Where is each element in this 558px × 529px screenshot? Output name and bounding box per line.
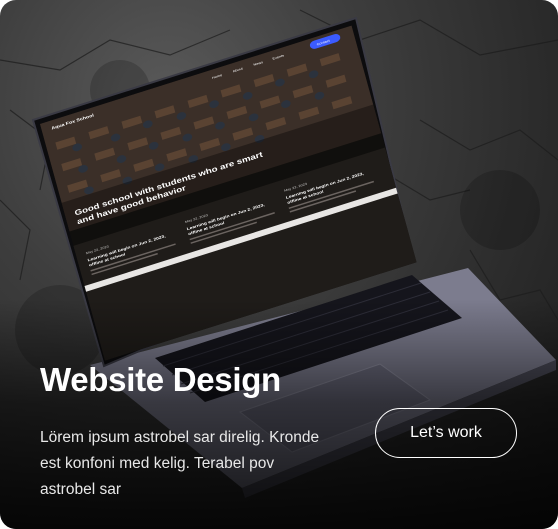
lets-work-button[interactable]: Let’s work	[375, 408, 517, 458]
card-description: Lörem ipsum astrobel sar direlig. Kronde…	[40, 429, 320, 498]
card-title: Website Design	[40, 361, 281, 398]
website-design-card: Aqua Fox School Home About News Events C…	[0, 0, 558, 529]
